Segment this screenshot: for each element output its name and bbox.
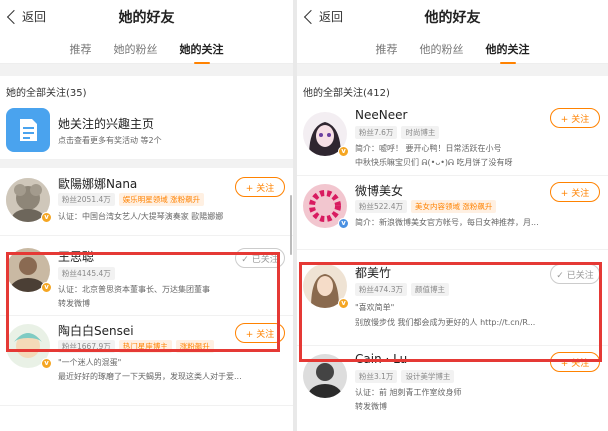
chevron-left-icon xyxy=(303,9,319,24)
user-meta: 粉丝7.6万 时尚博主 xyxy=(355,126,440,139)
follow-button[interactable]: + 关注 xyxy=(550,182,600,202)
fans-count: 粉丝7.6万 xyxy=(355,126,398,139)
user-meta: 粉丝2051.4万 娱乐明星领域 涨粉飙升 xyxy=(58,193,205,206)
verified-badge-icon: v xyxy=(41,358,52,369)
interest-subtitle: 点击查看更多有奖活动 等2个 xyxy=(58,136,162,145)
tab-following[interactable]: 他的关注 xyxy=(484,41,532,57)
user-desc: "喜欢简单" xyxy=(355,303,395,312)
nav-bar: 返回 她的好友 xyxy=(0,0,293,34)
tab-recommend[interactable]: 推荐 xyxy=(68,41,94,57)
list-item[interactable]: v 都美竹 粉丝474.3万 颜值博主 "喜欢简单" 别放慢步伐 我们都会成为更… xyxy=(297,250,608,346)
tag: 时尚博主 xyxy=(401,126,440,139)
tag: 设计美学博主 xyxy=(401,370,455,383)
tag: 涨粉飙升 xyxy=(175,340,214,353)
fans-count: 粉丝522.4万 xyxy=(355,200,407,213)
following-button[interactable]: ✓ 已关注 xyxy=(235,248,285,268)
chevron-left-icon xyxy=(6,9,22,24)
interest-title: 她关注的兴趣主页 xyxy=(58,117,155,131)
user-meta: 粉丝4145.4万 xyxy=(58,267,115,280)
verified-badge-icon: v xyxy=(41,282,52,293)
user-name[interactable]: 歐陽娜娜Nana xyxy=(58,175,137,192)
user-meta: 粉丝3.1万 设计美学博主 xyxy=(355,370,455,383)
verified-badge-icon: v xyxy=(338,146,349,157)
user-name[interactable]: 都美竹 xyxy=(355,264,391,281)
back-label: 返回 xyxy=(319,10,344,24)
user-desc-secondary: 最近好好的琢磨了一下天蝎男，发现这类人对于爱... xyxy=(58,372,242,381)
user-name[interactable]: 微博美女 xyxy=(355,182,403,199)
user-name[interactable]: 陶白白Sensei xyxy=(58,322,134,339)
tab-fans[interactable]: 她的粉丝 xyxy=(112,41,160,57)
section-title: 他的全部关注(412) xyxy=(297,76,608,102)
user-desc-secondary: 转发微博 xyxy=(58,299,90,308)
list-item[interactable]: v 歐陽娜娜Nana 粉丝2051.4万 娱乐明星领域 涨粉飙升 认证：中国台湾… xyxy=(0,168,293,236)
fans-count: 粉丝474.3万 xyxy=(355,283,407,296)
follow-button[interactable]: + 关注 xyxy=(235,323,285,343)
user-desc: 认证：前 旭刺青工作室纹身师 xyxy=(355,388,462,397)
fans-count: 粉丝4145.4万 xyxy=(58,267,115,280)
interest-row[interactable]: 她关注的兴趣主页 点击查看更多有奖活动 等2个 xyxy=(0,102,293,160)
tab-bar: 推荐 她的粉丝 她的关注 xyxy=(0,34,293,64)
tag: 美女内容领域 涨粉飙升 xyxy=(410,200,497,213)
list-item[interactable]: Cain · Lu 粉丝3.1万 设计美学博主 认证：前 旭刺青工作室纹身师 转… xyxy=(297,346,608,431)
user-desc-secondary: 转发微博 xyxy=(355,402,387,411)
page-title: 她的好友 xyxy=(118,10,175,26)
document-icon xyxy=(6,108,50,152)
nav-bar: 返回 他的好友 xyxy=(297,0,608,34)
verified-badge-icon: v xyxy=(41,212,52,223)
list-item[interactable]: v 微博美女 粉丝522.4万 美女内容领域 涨粉飙升 简介：新浪微博美女官方帐… xyxy=(297,176,608,250)
tab-recommend[interactable]: 推荐 xyxy=(374,41,400,57)
list-item[interactable]: v 陶白白Sensei 粉丝1667.9万 热门星座博主 涨粉飙升 "一个迷人的… xyxy=(0,316,293,406)
verified-badge-icon: v xyxy=(338,218,349,229)
user-name[interactable]: Cain · Lu xyxy=(355,352,407,366)
user-name[interactable]: 王思聪 xyxy=(58,248,94,265)
fans-count: 粉丝2051.4万 xyxy=(58,193,115,206)
user-meta: 粉丝1667.9万 热门星座博主 涨粉飙升 xyxy=(58,340,214,353)
user-desc-secondary: 中秋快乐嘛宝贝们 ᕱ(•ᴗ•)ᕱ 吃月饼了没有呀 xyxy=(355,158,513,167)
back-button[interactable]: 返回 xyxy=(6,8,46,25)
section-title: 她的全部关注(35) xyxy=(0,76,293,102)
divider xyxy=(0,64,293,76)
scrollbar[interactable] xyxy=(290,195,292,255)
user-meta: 粉丝522.4万 美女内容领域 涨粉飙升 xyxy=(355,200,497,213)
user-name[interactable]: NeeNeer xyxy=(355,108,407,122)
tag: 颜值博主 xyxy=(410,283,449,296)
divider xyxy=(0,160,293,168)
tab-bar: 推荐 他的粉丝 他的关注 xyxy=(297,34,608,64)
left-panel: 返回 她的好友 推荐 她的粉丝 她的关注 她的全部关注(35) 她关注的兴趣主页… xyxy=(0,0,293,431)
tag: 热门星座博主 xyxy=(118,340,172,353)
follow-button[interactable]: + 关注 xyxy=(235,177,285,197)
user-desc: "一个迷人的混蛋" xyxy=(58,358,122,367)
divider xyxy=(297,64,608,76)
tag: 娱乐明星领域 涨粉飙升 xyxy=(118,193,205,206)
page-title: 他的好友 xyxy=(424,10,481,26)
fans-count: 粉丝1667.9万 xyxy=(58,340,115,353)
verified-badge-icon: v xyxy=(338,298,349,309)
following-button[interactable]: ✓ 已关注 xyxy=(550,264,600,284)
user-desc: 认证：北京普思资本董事长、万达集团董事 xyxy=(58,285,210,294)
tab-fans[interactable]: 他的粉丝 xyxy=(418,41,466,57)
user-desc-secondary: 别放慢步伐 我们都会成为更好的人 http://t.cn/R... xyxy=(355,318,536,327)
avatar xyxy=(303,354,347,398)
user-desc: 简介：嘘呼！ 要开心鸭！日常活跃在小号 xyxy=(355,144,502,153)
user-meta: 粉丝474.3万 颜值博主 xyxy=(355,283,449,296)
user-desc: 认证：中国台湾女艺人/大提琴演奏家 歐陽娜娜 xyxy=(58,212,224,221)
tab-following[interactable]: 她的关注 xyxy=(178,41,226,57)
back-button[interactable]: 返回 xyxy=(303,8,343,25)
list-item[interactable]: v 王思聪 粉丝4145.4万 认证：北京普思资本董事长、万达集团董事 转发微博… xyxy=(0,236,293,316)
user-desc: 简介：新浪微博美女官方帐号，每日女神推荐，月... xyxy=(355,218,539,227)
right-panel: 返回 他的好友 推荐 他的粉丝 他的关注 他的全部关注(412) v NeeNe… xyxy=(297,0,608,431)
list-item[interactable]: v NeeNeer 粉丝7.6万 时尚博主 简介：嘘呼！ 要开心鸭！日常活跃在小… xyxy=(297,102,608,176)
follow-button[interactable]: + 关注 xyxy=(550,108,600,128)
fans-count: 粉丝3.1万 xyxy=(355,370,398,383)
back-label: 返回 xyxy=(22,10,47,24)
follow-button[interactable]: + 关注 xyxy=(550,352,600,372)
